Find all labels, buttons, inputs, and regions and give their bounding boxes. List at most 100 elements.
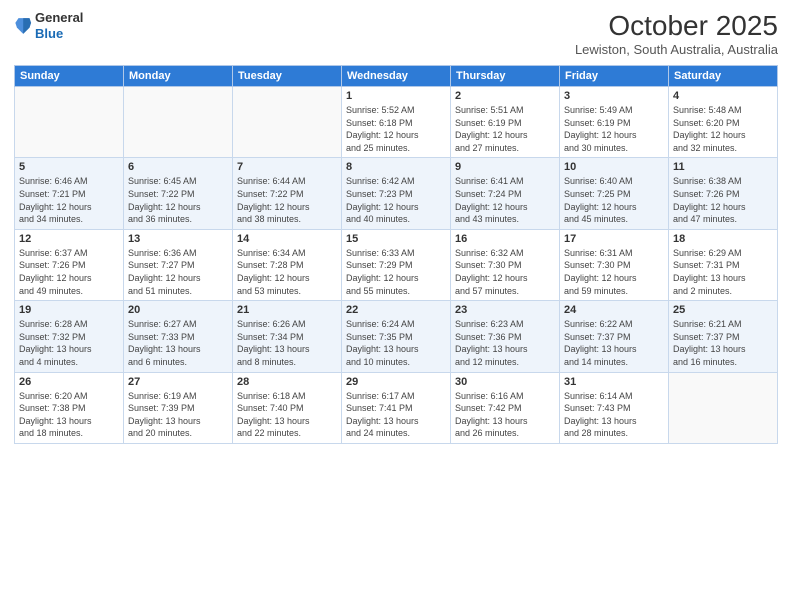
day-number: 11	[673, 161, 773, 173]
calendar-cell: 1 Sunrise: 5:52 AM Sunset: 6:18 PM Daylig…	[342, 87, 451, 158]
day-info: Sunrise: 6:42 AM Sunset: 7:23 PM Dayligh…	[346, 175, 446, 225]
calendar-cell: 7Sunrise: 6:44 AM Sunset: 7:22 PM Daylig…	[233, 158, 342, 229]
col-thursday: Thursday	[451, 66, 560, 87]
calendar-cell: 2 Sunrise: 5:51 AM Sunset: 6:19 PM Daylig…	[451, 87, 560, 158]
calendar-cell	[124, 87, 233, 158]
day-number: 30	[455, 376, 555, 388]
calendar-cell: 3 Sunrise: 5:49 AM Sunset: 6:19 PM Daylig…	[560, 87, 669, 158]
calendar-cell: 4Sunrise: 5:48 AM Sunset: 6:20 PM Daylig…	[669, 87, 778, 158]
day-info: Sunrise: 6:34 AM Sunset: 7:28 PM Dayligh…	[237, 247, 337, 297]
day-number: 10	[564, 161, 664, 173]
day-info: Sunrise: 6:14 AM Sunset: 7:43 PM Dayligh…	[564, 390, 664, 440]
day-number: 24	[564, 304, 664, 316]
day-info: Sunrise: 6:16 AM Sunset: 7:42 PM Dayligh…	[455, 390, 555, 440]
calendar-cell: 16Sunrise: 6:32 AM Sunset: 7:30 PM Dayli…	[451, 229, 560, 300]
calendar-cell: 28Sunrise: 6:18 AM Sunset: 7:40 PM Dayli…	[233, 372, 342, 443]
day-info: Sunrise: 6:24 AM Sunset: 7:35 PM Dayligh…	[346, 318, 446, 368]
day-info: Sunrise: 6:38 AM Sunset: 7:26 PM Dayligh…	[673, 175, 773, 225]
day-number: 13	[128, 233, 228, 245]
day-info: Sunrise: 6:46 AM Sunset: 7:21 PM Dayligh…	[19, 175, 119, 225]
day-info: Sunrise: 6:18 AM Sunset: 7:40 PM Dayligh…	[237, 390, 337, 440]
calendar-cell: 5 Sunrise: 6:46 AM Sunset: 7:21 PM Daylig…	[15, 158, 124, 229]
day-number: 12	[19, 233, 119, 245]
calendar-cell: 17 Sunrise: 6:31 AM Sunset: 7:30 PM Dayli…	[560, 229, 669, 300]
day-number: 3	[564, 90, 664, 102]
col-monday: Monday	[124, 66, 233, 87]
day-number: 21	[237, 304, 337, 316]
calendar-cell: 21 Sunrise: 6:26 AM Sunset: 7:34 PM Dayli…	[233, 301, 342, 372]
calendar-week-5: 26 Sunrise: 6:20 AM Sunset: 7:38 PM Dayli…	[15, 372, 778, 443]
day-info: Sunrise: 6:17 AM Sunset: 7:41 PM Dayligh…	[346, 390, 446, 440]
month-title: October 2025	[575, 10, 778, 42]
day-info: Sunrise: 6:45 AM Sunset: 7:22 PM Dayligh…	[128, 175, 228, 225]
day-info: Sunrise: 6:22 AM Sunset: 7:37 PM Dayligh…	[564, 318, 664, 368]
location: Lewiston, South Australia, Australia	[575, 42, 778, 57]
calendar-cell: 10Sunrise: 6:40 AM Sunset: 7:25 PM Dayli…	[560, 158, 669, 229]
calendar-cell	[669, 372, 778, 443]
calendar-cell	[233, 87, 342, 158]
day-info: Sunrise: 5:49 AM Sunset: 6:19 PM Dayligh…	[564, 104, 664, 154]
day-number: 9	[455, 161, 555, 173]
day-number: 4	[673, 90, 773, 102]
day-number: 16	[455, 233, 555, 245]
day-info: Sunrise: 5:52 AM Sunset: 6:18 PM Dayligh…	[346, 104, 446, 154]
day-info: Sunrise: 6:21 AM Sunset: 7:37 PM Dayligh…	[673, 318, 773, 368]
header: General Blue October 2025 Lewiston, Sout…	[14, 10, 778, 57]
day-number: 29	[346, 376, 446, 388]
col-friday: Friday	[560, 66, 669, 87]
day-info: Sunrise: 6:19 AM Sunset: 7:39 PM Dayligh…	[128, 390, 228, 440]
day-info: Sunrise: 6:31 AM Sunset: 7:30 PM Dayligh…	[564, 247, 664, 297]
calendar-cell: 13 Sunrise: 6:36 AM Sunset: 7:27 PM Dayli…	[124, 229, 233, 300]
page: General Blue October 2025 Lewiston, Sout…	[0, 0, 792, 612]
day-info: Sunrise: 6:33 AM Sunset: 7:29 PM Dayligh…	[346, 247, 446, 297]
calendar-week-1: 1 Sunrise: 5:52 AM Sunset: 6:18 PM Daylig…	[15, 87, 778, 158]
day-number: 23	[455, 304, 555, 316]
calendar-week-3: 12 Sunrise: 6:37 AM Sunset: 7:26 PM Dayli…	[15, 229, 778, 300]
calendar-cell: 15 Sunrise: 6:33 AM Sunset: 7:29 PM Dayli…	[342, 229, 451, 300]
calendar: Sunday Monday Tuesday Wednesday Thursday…	[14, 65, 778, 444]
day-number: 25	[673, 304, 773, 316]
calendar-cell: 19Sunrise: 6:28 AM Sunset: 7:32 PM Dayli…	[15, 301, 124, 372]
calendar-cell: 11 Sunrise: 6:38 AM Sunset: 7:26 PM Dayli…	[669, 158, 778, 229]
logo-general-text: General	[35, 10, 83, 26]
day-number: 15	[346, 233, 446, 245]
calendar-week-2: 5 Sunrise: 6:46 AM Sunset: 7:21 PM Daylig…	[15, 158, 778, 229]
day-info: Sunrise: 6:36 AM Sunset: 7:27 PM Dayligh…	[128, 247, 228, 297]
calendar-cell: 29 Sunrise: 6:17 AM Sunset: 7:41 PM Dayli…	[342, 372, 451, 443]
day-number: 22	[346, 304, 446, 316]
day-number: 2	[455, 90, 555, 102]
day-number: 14	[237, 233, 337, 245]
day-info: Sunrise: 6:20 AM Sunset: 7:38 PM Dayligh…	[19, 390, 119, 440]
logo: General Blue	[14, 10, 83, 41]
day-info: Sunrise: 6:27 AM Sunset: 7:33 PM Dayligh…	[128, 318, 228, 368]
title-block: October 2025 Lewiston, South Australia, …	[575, 10, 778, 57]
calendar-cell: 6Sunrise: 6:45 AM Sunset: 7:22 PM Daylig…	[124, 158, 233, 229]
day-number: 19	[19, 304, 119, 316]
calendar-cell: 30 Sunrise: 6:16 AM Sunset: 7:42 PM Dayli…	[451, 372, 560, 443]
day-number: 1	[346, 90, 446, 102]
day-info: Sunrise: 5:51 AM Sunset: 6:19 PM Dayligh…	[455, 104, 555, 154]
col-wednesday: Wednesday	[342, 66, 451, 87]
calendar-cell: 27 Sunrise: 6:19 AM Sunset: 7:39 PM Dayli…	[124, 372, 233, 443]
day-number: 18	[673, 233, 773, 245]
calendar-cell: 25 Sunrise: 6:21 AM Sunset: 7:37 PM Dayli…	[669, 301, 778, 372]
day-info: Sunrise: 6:41 AM Sunset: 7:24 PM Dayligh…	[455, 175, 555, 225]
calendar-week-4: 19Sunrise: 6:28 AM Sunset: 7:32 PM Dayli…	[15, 301, 778, 372]
day-info: Sunrise: 6:26 AM Sunset: 7:34 PM Dayligh…	[237, 318, 337, 368]
calendar-cell: 22 Sunrise: 6:24 AM Sunset: 7:35 PM Dayli…	[342, 301, 451, 372]
calendar-cell: 12 Sunrise: 6:37 AM Sunset: 7:26 PM Dayli…	[15, 229, 124, 300]
day-number: 20	[128, 304, 228, 316]
day-number: 26	[19, 376, 119, 388]
calendar-cell: 26 Sunrise: 6:20 AM Sunset: 7:38 PM Dayli…	[15, 372, 124, 443]
col-saturday: Saturday	[669, 66, 778, 87]
day-info: Sunrise: 6:37 AM Sunset: 7:26 PM Dayligh…	[19, 247, 119, 297]
logo-blue-text: Blue	[35, 26, 83, 42]
logo-icon	[15, 15, 33, 37]
day-info: Sunrise: 6:29 AM Sunset: 7:31 PM Dayligh…	[673, 247, 773, 297]
calendar-cell: 24 Sunrise: 6:22 AM Sunset: 7:37 PM Dayli…	[560, 301, 669, 372]
day-number: 31	[564, 376, 664, 388]
day-number: 17	[564, 233, 664, 245]
calendar-cell: 20 Sunrise: 6:27 AM Sunset: 7:33 PM Dayli…	[124, 301, 233, 372]
day-number: 27	[128, 376, 228, 388]
day-number: 5	[19, 161, 119, 173]
